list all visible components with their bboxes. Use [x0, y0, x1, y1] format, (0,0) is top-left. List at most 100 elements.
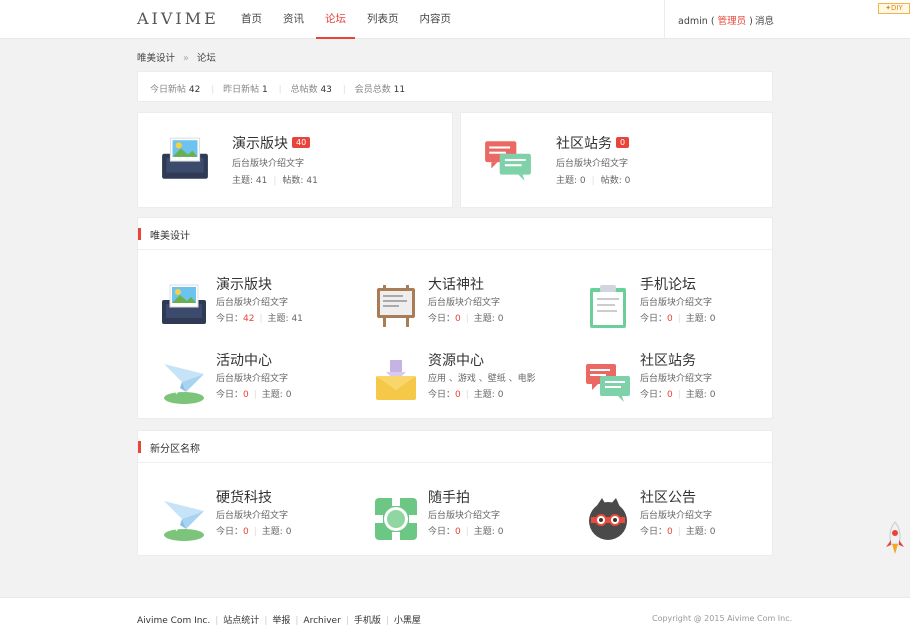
- topics-value: 0: [285, 527, 292, 537]
- breadcrumb-home[interactable]: 唯美设计: [137, 53, 175, 64]
- forum-item[interactable]: 活动中心 后台版块介绍文字 今日：0 | 主题: 0: [160, 350, 360, 410]
- featured-card-site[interactable]: 社区站务 0 后台版块介绍文字 主题: 0 | 帖数: 0: [460, 112, 773, 208]
- new-post-badge: 0: [616, 137, 630, 148]
- featured-card-meta: 主题: 41 | 帖数: 41: [232, 176, 318, 186]
- section-title[interactable]: 唯美设计: [150, 227, 190, 242]
- forum-name[interactable]: 手机论坛: [640, 274, 696, 294]
- today-value: 0: [455, 527, 461, 537]
- footer-link-mobile[interactable]: 手机版: [354, 616, 381, 626]
- featured-card-demo[interactable]: 演示版块 40 后台版块介绍文字 主题: 41 | 帖数: 41: [137, 112, 453, 208]
- today-label: 今日：: [428, 527, 456, 537]
- footer-link-archiver[interactable]: Archiver: [303, 616, 340, 626]
- featured-card-title-text: 社区站务: [556, 136, 612, 152]
- top-header: AIVIME 首页 资讯 论坛 列表页 内容页 admin ( 管理员 ) 消息: [0, 0, 910, 39]
- topics-value: 0: [285, 390, 292, 400]
- today-value: 0: [667, 314, 673, 324]
- forum-item[interactable]: 硬货科技 后台版块介绍文字 今日：0 | 主题: 0: [160, 487, 360, 547]
- forum-name[interactable]: 社区公告: [640, 487, 696, 507]
- photo-tablet-icon: [160, 282, 208, 330]
- forum-item[interactable]: 大话神社 后台版块介绍文字 今日：0 | 主题: 0: [372, 274, 572, 334]
- posts-label: 帖数:: [282, 176, 304, 186]
- camera-lens-icon: [372, 495, 420, 543]
- today-label: 今日：: [640, 527, 668, 537]
- forum-item[interactable]: 社区站务 后台版块介绍文字 今日：0 | 主题: 0: [584, 350, 784, 410]
- envelope-icon: [372, 358, 420, 406]
- footer-link-stats[interactable]: 站点统计: [223, 616, 259, 626]
- breadcrumb-current[interactable]: 论坛: [197, 53, 216, 64]
- topics-label: 主题:: [261, 390, 283, 400]
- topics-value: 0: [709, 390, 716, 400]
- forum-meta: 今日：0 | 主题: 0: [640, 390, 716, 400]
- forum-meta: 今日：0 | 主题: 0: [428, 390, 504, 400]
- forum-item[interactable]: 社区公告 后台版块介绍文字 今日：0 | 主题: 0: [584, 487, 784, 547]
- diy-button[interactable]: ✦DIY: [878, 3, 910, 14]
- today-value: 0: [243, 527, 249, 537]
- topics-value: 41: [255, 176, 268, 186]
- easel-board-icon: [372, 282, 420, 330]
- forum-item[interactable]: 资源中心 应用 、游戏 、壁纸 、电影 今日：0 | 主题: 0: [372, 350, 572, 410]
- forum-name[interactable]: 资源中心: [428, 350, 484, 370]
- footer-link-blacklist[interactable]: 小黑屋: [394, 616, 421, 626]
- forum-name[interactable]: 社区站务: [640, 350, 696, 370]
- rocket-icon[interactable]: [884, 520, 906, 556]
- forum-name[interactable]: 随手拍: [428, 487, 470, 507]
- featured-card-title[interactable]: 演示版块 40: [232, 133, 311, 153]
- today-label: 今日：: [216, 314, 244, 324]
- stat-today-value: 42: [188, 85, 201, 95]
- stat-posts-value: 43: [320, 85, 332, 95]
- messages-link[interactable]: 消息: [755, 13, 774, 27]
- topics-value: 0: [497, 527, 504, 537]
- topics-value: 0: [709, 527, 716, 537]
- forum-meta: 今日：0 | 主题: 0: [640, 527, 716, 537]
- topics-label: 主题:: [473, 527, 495, 537]
- nav-list[interactable]: 列表页: [358, 0, 408, 39]
- forum-stats-bar: 今日新帖 42 | 昨日新帖 1 | 总帖数 43 | 会员总数 11: [137, 71, 773, 102]
- today-label: 今日：: [428, 314, 456, 324]
- breadcrumb-separator: »: [183, 53, 189, 64]
- photo-tablet-icon: [160, 135, 210, 185]
- today-label: 今日：: [428, 390, 456, 400]
- footer-links: Aivime Com Inc. | 站点统计 | 举报 | Archiver | 手机版 | 小黑屋: [137, 616, 421, 626]
- forum-item[interactable]: 演示版块 后台版块介绍文字 今日：42 | 主题: 41: [160, 274, 360, 334]
- forum-meta: 今日：42 | 主题: 41: [216, 314, 303, 324]
- topics-value: 0: [709, 314, 716, 324]
- section-accent-mark: [138, 441, 141, 453]
- section-header: 唯美设计: [138, 218, 772, 250]
- forum-desc: 后台版块介绍文字: [640, 298, 713, 308]
- forum-item[interactable]: 手机论坛 后台版块介绍文字 今日：0 | 主题: 0: [584, 274, 784, 334]
- topics-label: 主题:: [685, 527, 707, 537]
- forum-name[interactable]: 大话神社: [428, 274, 484, 294]
- site-logo[interactable]: AIVIME: [137, 9, 219, 28]
- page-footer: Aivime Com Inc. | 站点统计 | 举报 | Archiver | 手机版 | 小黑屋…: [0, 597, 910, 637]
- nav-news[interactable]: 资讯: [274, 0, 313, 39]
- featured-card-title[interactable]: 社区站务 0: [556, 133, 630, 153]
- role-paren-open: (: [710, 16, 715, 27]
- paper-plane-icon: [160, 358, 208, 406]
- section-title[interactable]: 新分区名称: [150, 440, 200, 455]
- topics-label: 主题:: [556, 176, 578, 186]
- stat-yesterday-label: 昨日新帖: [223, 85, 260, 95]
- topics-label: 主题:: [473, 314, 495, 324]
- today-value: 0: [455, 314, 461, 324]
- username-link[interactable]: admin: [678, 16, 708, 27]
- role-paren-close: ): [749, 16, 753, 27]
- today-label: 今日：: [640, 314, 668, 324]
- nav-forum[interactable]: 论坛: [316, 0, 355, 39]
- forum-meta: 今日：0 | 主题: 0: [428, 527, 504, 537]
- topics-label: 主题:: [685, 390, 707, 400]
- stat-members-label: 会员总数: [354, 85, 391, 95]
- role-link[interactable]: 管理员: [718, 16, 747, 27]
- footer-link-company[interactable]: Aivime Com Inc.: [137, 616, 210, 626]
- stat-posts-label: 总帖数: [290, 85, 318, 95]
- forum-name[interactable]: 演示版块: [216, 274, 272, 294]
- forum-name[interactable]: 硬货科技: [216, 487, 272, 507]
- copyright-text: Copyright @ 2015 Aivime Com Inc.: [652, 614, 793, 623]
- stat-members-value: 11: [393, 85, 406, 95]
- forum-name[interactable]: 活动中心: [216, 350, 272, 370]
- forum-desc: 应用 、游戏 、壁纸 、电影: [428, 374, 536, 384]
- footer-link-report[interactable]: 举报: [272, 616, 290, 626]
- nav-home[interactable]: 首页: [232, 0, 271, 39]
- forum-item[interactable]: 随手拍 后台版块介绍文字 今日：0 | 主题: 0: [372, 487, 572, 547]
- nav-content[interactable]: 内容页: [411, 0, 461, 39]
- featured-card-desc: 后台版块介绍文字: [232, 159, 305, 169]
